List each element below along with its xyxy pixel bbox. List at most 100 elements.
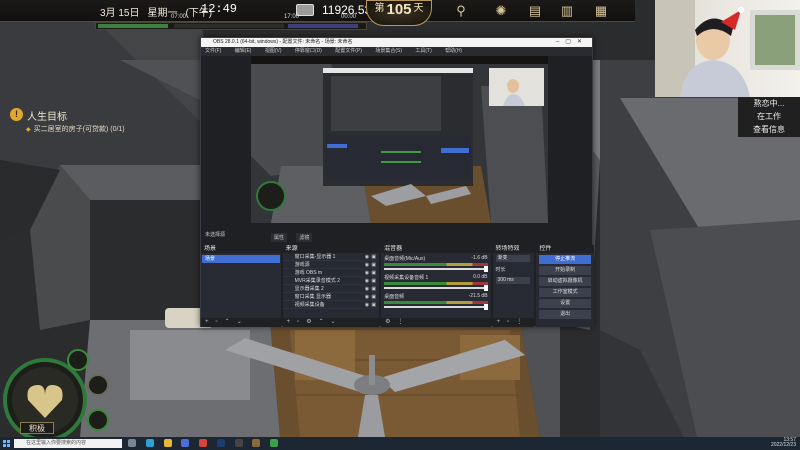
scene-item[interactable]: 场景 — [202, 255, 280, 263]
audio-mixer-dock: 混音器 桌面音频(Mic/Aux) -1.6 dB 视频采集设备音频 1 0.0 d… — [381, 245, 491, 327]
visibility-icon[interactable]: ◉ — [365, 253, 369, 261]
source-item[interactable]: 窗口采集-显示器 1 ◉ ▣ — [282, 253, 380, 261]
brain-icon[interactable]: ✺ — [492, 2, 510, 20]
menu-view[interactable]: 视图(V) — [265, 48, 282, 54]
obs-title-text: OBS 28.0.1 (64-bit, windows) - 配置文件: 未命名… — [213, 39, 353, 45]
task-view-icon[interactable] — [128, 439, 136, 447]
transition-select[interactable]: 渐变 — [495, 255, 530, 262]
book-icon[interactable]: ▦ — [592, 2, 610, 20]
transitions-dock: 转场特效 渐变 时长 300 ms + ▫ ⋮ — [492, 245, 535, 327]
studio-mode-button[interactable]: 工作室模式 — [539, 288, 592, 297]
remove-transition-icon[interactable]: ▫ — [507, 319, 509, 325]
lock-icon[interactable]: ▣ — [371, 261, 376, 269]
character-status-panel[interactable]: 熬恋中... 在工作 查看信息 — [738, 97, 800, 137]
duration-input[interactable]: 300 ms — [495, 277, 530, 284]
mixer-track[interactable]: 桌面音频 -21.5 dB — [381, 291, 490, 310]
move-down-icon[interactable]: ⌄ — [331, 319, 336, 325]
track-db: 0.0 dB — [473, 274, 488, 280]
menu-docks[interactable]: 停靠窗口(D) — [295, 48, 322, 54]
wechat-icon[interactable] — [270, 439, 279, 447]
obs-window[interactable]: OBS 28.0.1 (64-bit, windows) - 配置文件: 未命名… — [200, 37, 595, 327]
lock-icon[interactable]: ▣ — [371, 285, 376, 293]
obs-icon[interactable] — [234, 439, 243, 447]
mixer-settings-icon[interactable]: ⚙ — [385, 319, 390, 325]
exit-button[interactable]: 退出 — [539, 310, 592, 319]
move-up-icon[interactable]: ⌃ — [319, 319, 324, 325]
taskbar-search-box[interactable]: 在这里输入你要搜索的内容 — [14, 439, 122, 448]
windows-start-icon[interactable] — [3, 440, 10, 447]
add-scene-icon[interactable]: + — [205, 319, 209, 325]
virtual-camera-button[interactable]: 启动虚拟摄像机 — [539, 277, 592, 286]
store-icon[interactable] — [181, 439, 190, 447]
scenes-dock-footer: + ▫ ⌃ ⌄ — [201, 318, 281, 327]
chrome-icon[interactable] — [199, 439, 208, 447]
phone-icon-2[interactable] — [560, 2, 578, 20]
visibility-icon[interactable]: ◉ — [365, 293, 369, 301]
source-item[interactable]: 视频采集设备 ◉ ▣ — [282, 301, 380, 309]
visibility-icon[interactable]: ◉ — [365, 301, 369, 309]
day-number: 105 — [386, 1, 412, 18]
lock-icon[interactable]: ▣ — [371, 293, 376, 301]
menu-edit[interactable]: 编辑(E) — [235, 48, 252, 54]
source-item[interactable]: 显示器采集 2 ◉ ▣ — [282, 285, 380, 293]
mixer-menu-icon[interactable]: ⋮ — [397, 319, 403, 325]
steam-icon[interactable] — [216, 439, 225, 447]
person-search-icon[interactable]: ⚲ — [452, 2, 470, 20]
source-item[interactable]: 窗口采集 显示器 ◉ ▣ — [282, 293, 380, 301]
filters-button[interactable]: 滤镜 — [296, 233, 313, 242]
edge-icon[interactable] — [145, 439, 154, 447]
visibility-icon[interactable]: ◉ — [365, 277, 369, 285]
menu-scene-collection[interactable]: 场景集合(S) — [375, 48, 402, 54]
menu-file[interactable]: 文件(F) — [205, 48, 221, 54]
transitions-dock-title: 转场特效 — [492, 245, 535, 253]
game-icon[interactable] — [252, 439, 261, 447]
lock-icon[interactable]: ▣ — [371, 269, 376, 277]
remove-scene-icon[interactable]: ▫ — [216, 319, 218, 325]
visibility-icon[interactable]: ◉ — [365, 285, 369, 293]
move-down-icon[interactable]: ⌄ — [237, 319, 242, 325]
menu-profile[interactable]: 配置文件(P) — [335, 48, 362, 54]
sources-dock-footer: + ▫ ⚙ ⌃ ⌄ — [282, 318, 380, 327]
visibility-icon[interactable]: ◉ — [365, 261, 369, 269]
lock-icon[interactable]: ▣ — [371, 301, 376, 309]
volume-fader[interactable] — [384, 304, 488, 310]
file-explorer-icon[interactable] — [163, 439, 172, 447]
status-view-info-link[interactable]: 查看信息 — [738, 123, 800, 136]
character-mood-wheel — [3, 349, 109, 438]
add-transition-icon[interactable]: + — [497, 319, 501, 325]
source-item[interactable]: 游戏 OBS m ◉ ▣ — [282, 269, 380, 277]
move-up-icon[interactable]: ⌃ — [225, 319, 230, 325]
remove-source-icon[interactable]: ▫ — [297, 319, 299, 325]
add-source-icon[interactable]: + — [287, 319, 291, 325]
visibility-icon[interactable]: ◉ — [365, 269, 369, 277]
transition-duration[interactable]: 时长 — [493, 264, 535, 275]
streamer-image — [655, 0, 800, 97]
lock-icon[interactable]: ▣ — [371, 277, 376, 285]
source-item[interactable]: 游戏源 ◉ ▣ — [282, 261, 380, 269]
source-item[interactable]: MVR采集录音模式 2 ◉ ▣ — [282, 277, 380, 285]
document-icon[interactable]: ▤ — [526, 2, 544, 20]
volume-fader[interactable] — [384, 266, 488, 272]
system-tray-clock[interactable]: 13:57 2022/12/23 — [771, 438, 796, 448]
transition-duration-value[interactable]: 300 ms — [493, 275, 535, 286]
mixer-track[interactable]: 视频采集设备音频 1 0.0 dB — [381, 272, 490, 291]
properties-button[interactable]: 属性 — [271, 233, 288, 242]
menu-tools[interactable]: 工具(T) — [415, 48, 431, 54]
controls-dock: 控件 停止推流 开始录制 启动虚拟摄像机 工作室模式 设置 退出 — [536, 245, 595, 327]
mixer-track[interactable]: 桌面音频(Mic/Aux) -1.6 dB — [381, 253, 490, 272]
scenes-dock: 场景 场景 + ▫ ⌃ ⌄ — [201, 245, 281, 327]
obs-title-bar[interactable]: OBS 28.0.1 (64-bit, windows) - 配置文件: 未命名… — [201, 38, 592, 47]
start-recording-button[interactable]: 开始录制 — [539, 266, 592, 275]
volume-fader[interactable] — [384, 285, 488, 291]
transition-type[interactable]: 渐变 — [493, 253, 535, 264]
obs-preview-canvas[interactable] — [251, 56, 548, 223]
source-settings-icon[interactable]: ⚙ — [306, 319, 311, 325]
stop-streaming-button[interactable]: 停止推流 — [539, 255, 592, 264]
tray-date: 2022/12/23 — [770, 442, 796, 448]
lock-icon[interactable]: ▣ — [371, 253, 376, 261]
window-controls[interactable]: –▢✕ — [556, 38, 588, 47]
transition-menu-icon[interactable]: ⋮ — [516, 319, 522, 325]
settings-button[interactable]: 设置 — [539, 299, 592, 308]
menu-help[interactable]: 帮助(H) — [445, 48, 462, 54]
mixer-dock-title: 混音器 — [381, 245, 491, 253]
